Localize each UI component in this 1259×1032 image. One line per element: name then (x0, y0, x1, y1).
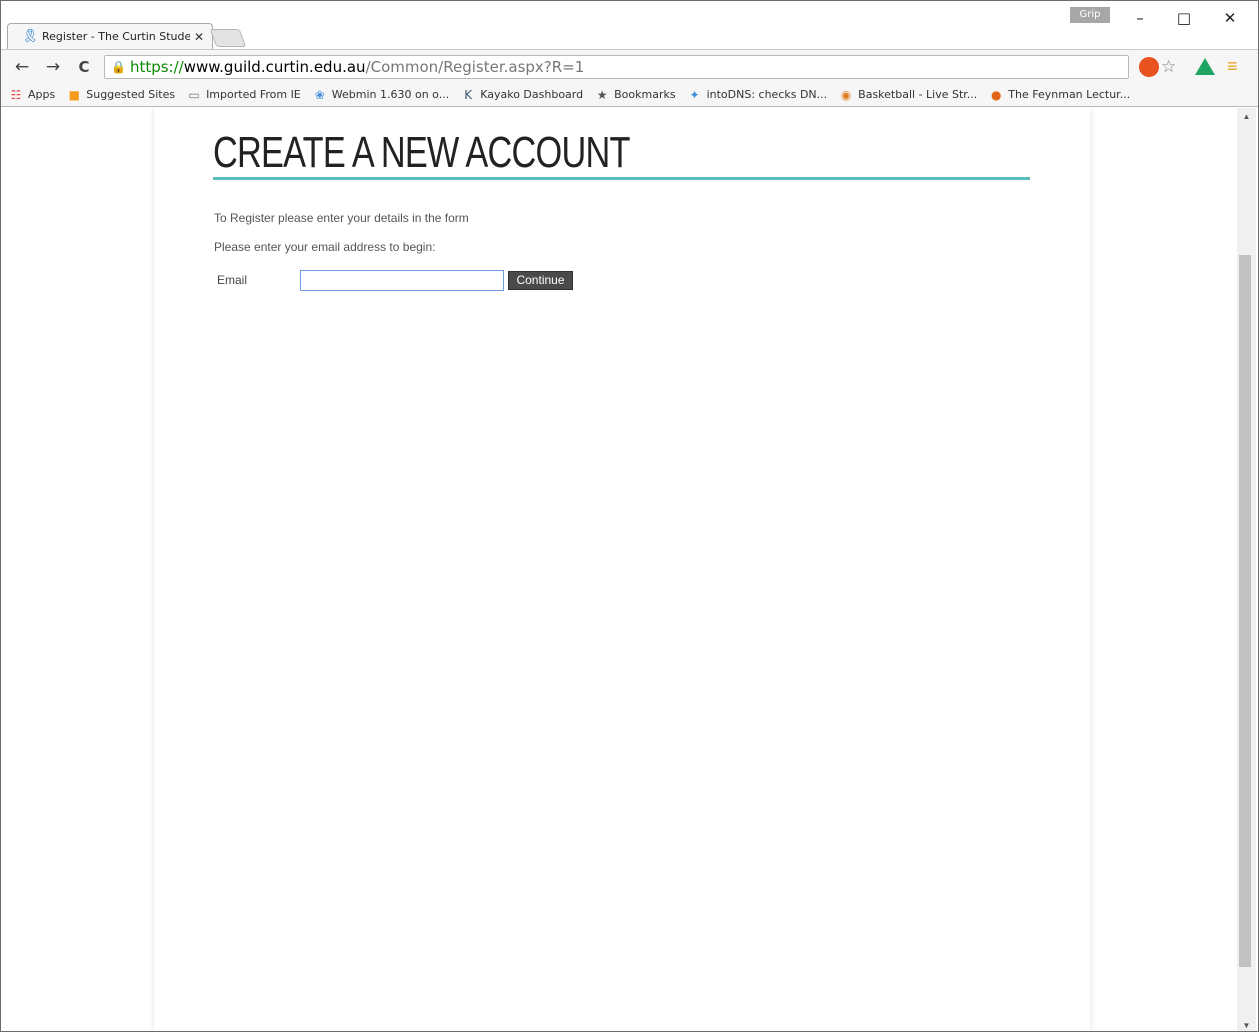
close-window-button[interactable]: ✕ (1215, 9, 1245, 29)
kayako-icon: K (464, 87, 473, 102)
folder-icon: ▭ (188, 87, 200, 102)
forward-button[interactable]: → (42, 56, 64, 78)
scroll-down-arrow-icon[interactable]: ▼ (1237, 1019, 1256, 1031)
browser-window: 🎗 Register - The Curtin Stude ✕ Grip – □… (0, 0, 1259, 1032)
bookmarks-bar: ☷ Apps ■ Suggested Sites ▭ Imported From IE ❀ W… (1, 83, 1258, 107)
url-path: /Common/Register.aspx?R=1 (365, 58, 585, 76)
bookmark-label: The Feynman Lectur... (1008, 88, 1131, 101)
url-scheme: https:// (129, 58, 184, 76)
intodns-icon: ✦ (689, 87, 700, 102)
bookmark-item[interactable]: ◉ Basketball - Live Str... (839, 88, 977, 102)
email-label: Email (217, 273, 248, 287)
tab-close-icon[interactable]: ✕ (194, 30, 204, 44)
bookmark-label: Basketball - Live Str... (858, 88, 978, 101)
page-title: CREATE A NEW ACCOUNT (213, 128, 630, 177)
bookmark-item[interactable]: ✦ intoDNS: checks DN... (688, 88, 828, 102)
apps-grid-icon: ☷ (10, 87, 22, 102)
google-drive-icon[interactable] (1195, 58, 1215, 75)
email-field[interactable] (300, 270, 504, 291)
address-bar[interactable]: 🔒 https:// www.guild.curtin.edu.au /Comm… (104, 55, 1129, 79)
maximize-button[interactable]: □ (1169, 9, 1199, 29)
continue-button[interactable]: Continue (508, 271, 573, 290)
bookmark-item[interactable]: ■ Suggested Sites (67, 87, 176, 102)
bookmark-item[interactable]: ❀ Webmin 1.630 on o... (313, 88, 449, 102)
tab-strip: 🎗 Register - The Curtin Stude ✕ Grip – □… (1, 1, 1258, 49)
email-prompt-text: Please enter your email address to begin… (214, 240, 436, 254)
title-underline (213, 177, 1030, 180)
chrome-menu-icon[interactable]: ≡ (1227, 56, 1238, 76)
suggested-sites-icon: ■ (68, 87, 80, 102)
minimize-button[interactable]: – (1125, 9, 1155, 29)
scroll-up-arrow-icon[interactable]: ▲ (1237, 110, 1256, 124)
reload-button[interactable]: C (73, 56, 95, 78)
bookmark-item[interactable]: ★ Bookmarks (595, 87, 676, 102)
back-button[interactable]: ← (11, 56, 33, 78)
page-viewport: CREATE A NEW ACCOUNT To Register please … (1, 108, 1258, 1031)
bookmark-label: Bookmarks (614, 88, 676, 101)
bookmark-label: Suggested Sites (86, 88, 176, 101)
bookmark-label: intoDNS: checks DN... (706, 88, 828, 101)
tab-title: Register - The Curtin Stude (42, 30, 190, 43)
bookmark-item[interactable]: ☷ Apps (9, 87, 56, 102)
tab-register[interactable]: 🎗 Register - The Curtin Stude ✕ (7, 23, 213, 49)
bookmark-star-icon[interactable]: ☆ (1161, 57, 1176, 77)
bookmark-item[interactable]: ● The Feynman Lectur... (989, 88, 1130, 102)
bookmark-item[interactable]: K Kayako Dashboard (461, 88, 583, 102)
extension-icon[interactable] (1139, 57, 1159, 77)
vertical-scrollbar[interactable]: ▲ ▼ (1237, 108, 1256, 1031)
bookmark-label: Webmin 1.630 on o... (331, 88, 450, 101)
new-tab-button[interactable] (209, 29, 247, 47)
bookmark-label: Imported From IE (206, 88, 301, 101)
curtin-favicon-icon: 🎗 (22, 28, 39, 44)
browser-toolbar: ← → C 🔒 https:// www.guild.curtin.edu.au… (1, 49, 1258, 83)
bookmark-item[interactable]: ▭ Imported From IE (187, 87, 301, 102)
bookmark-label: Apps (28, 88, 56, 101)
lock-icon: 🔒 (111, 60, 126, 74)
star-icon: ★ (596, 87, 608, 102)
scrollbar-thumb[interactable] (1239, 255, 1251, 967)
page-content: CREATE A NEW ACCOUNT To Register please … (154, 108, 1090, 1031)
basketball-icon: ◉ (840, 87, 852, 102)
url-host: www.guild.curtin.edu.au (183, 58, 366, 76)
bookmark-label: Kayako Dashboard (480, 88, 584, 101)
grip-badge: Grip (1070, 7, 1110, 23)
webmin-icon: ❀ (314, 87, 325, 102)
feynman-icon: ● (991, 87, 1002, 102)
intro-text: To Register please enter your details in… (214, 211, 469, 225)
